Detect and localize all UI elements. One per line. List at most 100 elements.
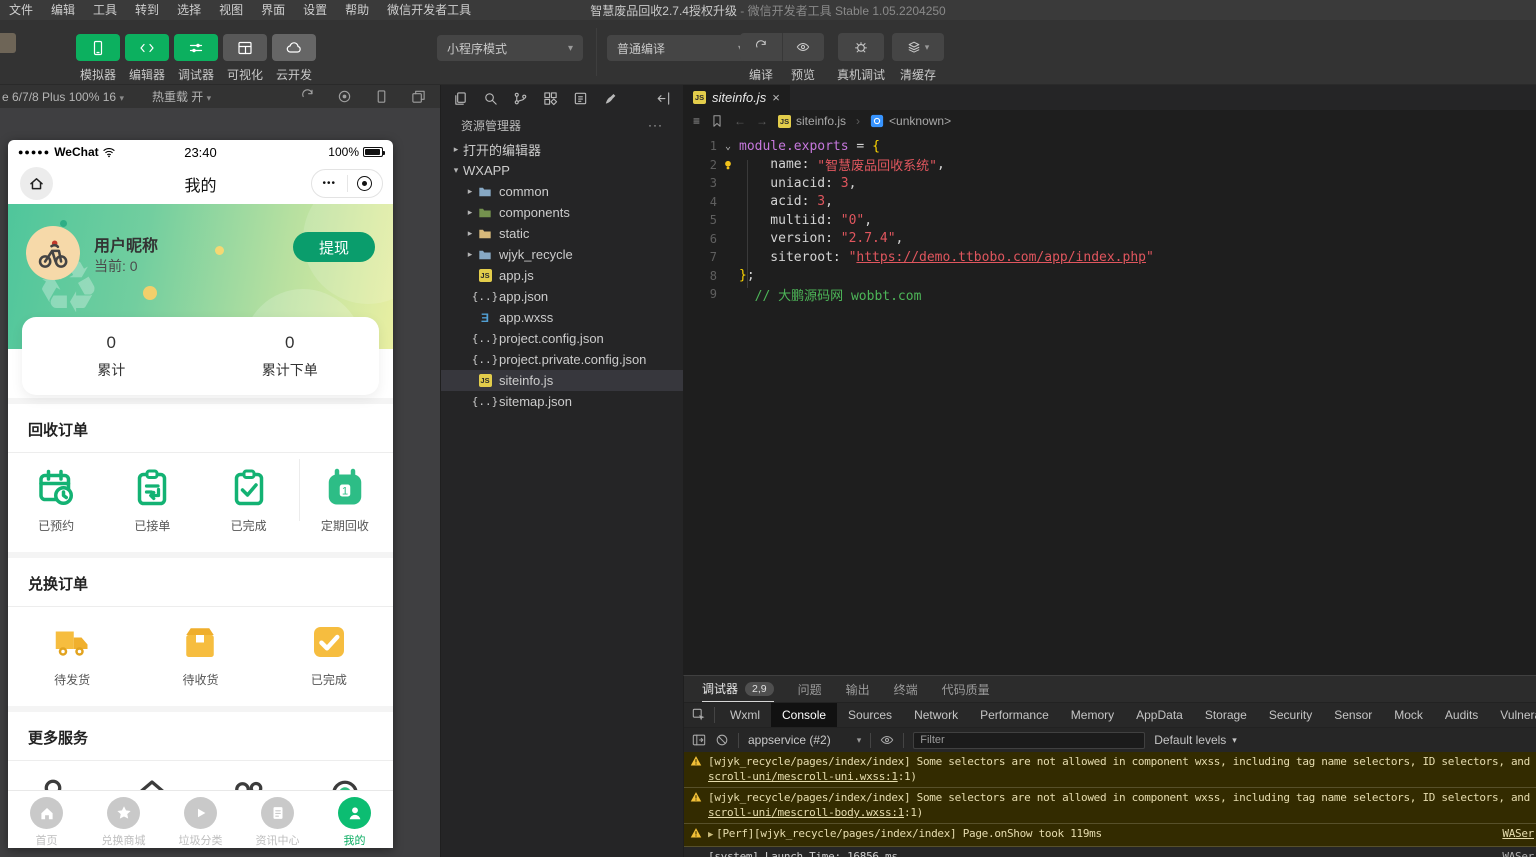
bookmark-icon[interactable] [710, 114, 724, 128]
devtools-tab-Console[interactable]: Console [771, 703, 838, 727]
search-icon[interactable] [483, 91, 498, 106]
filter-input[interactable] [913, 731, 1146, 749]
tree-item-wjyk_recycle[interactable]: ▸ wjyk_recycle [441, 244, 683, 265]
compile-mode-select[interactable]: 普通编译▾ [607, 35, 753, 61]
tree-item-project.config.json[interactable]: {..} project.config.json [441, 328, 683, 349]
source-link[interactable]: WASer [1496, 827, 1534, 840]
expand-icon[interactable]: ▶ [708, 828, 713, 843]
panel-tab-代码质量[interactable]: 代码质量 [942, 676, 990, 702]
breadcrumb-file[interactable]: JS siteinfo.js [778, 114, 846, 128]
back-icon[interactable]: ← [734, 114, 746, 128]
devtools-tab-Sources[interactable]: Sources [837, 703, 903, 727]
tree-item-common[interactable]: ▸ common [441, 181, 683, 202]
tree-item-sitemap.json[interactable]: {..} sitemap.json [441, 391, 683, 412]
menu-item-转到[interactable]: 转到 [126, 3, 168, 17]
preview-label[interactable]: 预览 [782, 66, 824, 83]
withdraw-button[interactable]: 提现 [293, 232, 375, 262]
toolbar-button-编辑器[interactable]: 编辑器 [124, 34, 170, 83]
service-item-已预约[interactable]: 已预约 [8, 468, 104, 534]
collapse-icon[interactable] [656, 91, 671, 106]
tab-兑换商城[interactable]: 兑换商城 [85, 791, 162, 848]
log-levels-select[interactable]: Default levels ▾ [1154, 733, 1237, 747]
windows-icon[interactable] [411, 89, 426, 104]
tab-垃圾分类[interactable]: 垃圾分类 [162, 791, 239, 848]
tree-item-siteinfo.js[interactable]: JS siteinfo.js [441, 370, 683, 391]
tab-资讯中心[interactable]: 资讯中心 [239, 791, 316, 848]
devtools-tab-Memory[interactable]: Memory [1060, 703, 1125, 727]
console-link[interactable]: scroll-uni/mescroll-body.wxss:1 [708, 806, 904, 819]
remote-debug-button[interactable] [838, 33, 884, 61]
service-item-已完成[interactable]: 已完成 [201, 468, 297, 534]
code-link[interactable]: https://demo.ttbobo.com/app/index.php [856, 250, 1146, 265]
menu-item-界面[interactable]: 界面 [252, 3, 294, 17]
device-icon[interactable] [374, 89, 389, 104]
panel-tab-输出[interactable]: 输出 [846, 676, 870, 702]
minimize-button[interactable] [348, 176, 383, 191]
branch-icon[interactable] [513, 91, 528, 106]
lightbulb-icon[interactable] [717, 159, 739, 171]
menu-item-编辑[interactable]: 编辑 [42, 3, 84, 17]
sidebar-toggle-icon[interactable] [692, 733, 706, 747]
hot-reload-toggle[interactable]: 热重载 开 ▾ [152, 88, 211, 105]
package-icon[interactable] [573, 91, 588, 106]
tab-首页[interactable]: 首页 [8, 791, 85, 848]
tree-item-WXAPP[interactable]: ▾ WXAPP [441, 160, 683, 181]
clear-cache-label[interactable]: 清缓存 [892, 66, 944, 83]
stat-orders[interactable]: 0 累计下单 [201, 317, 380, 395]
record-icon[interactable] [337, 89, 352, 104]
console-link[interactable]: scroll-uni/mescroll-uni.wxss:1 [708, 770, 898, 783]
preview-button[interactable] [781, 33, 825, 61]
avatar[interactable] [26, 226, 80, 280]
device-select[interactable]: e 6/7/8 Plus 100% 16 ▾ [0, 90, 124, 104]
files-icon[interactable] [453, 91, 468, 106]
devtools-tab-Mock[interactable]: Mock [1383, 703, 1434, 727]
fold-icon[interactable]: ⌄ [717, 141, 739, 152]
forward-icon[interactable]: → [756, 114, 768, 128]
more-menu-button[interactable]: ••• [312, 178, 347, 189]
devtools-tab-Network[interactable]: Network [903, 703, 969, 727]
more-actions-icon[interactable]: ··· [648, 118, 663, 132]
breadcrumb-symbol[interactable]: <unknown> [870, 114, 951, 128]
tools-icon[interactable] [603, 91, 618, 106]
menu-item-微信开发者工具[interactable]: 微信开发者工具 [378, 3, 480, 17]
context-select[interactable]: appservice (#2) ▾ [748, 733, 861, 747]
tab-我的[interactable]: 我的 [316, 791, 393, 848]
toolbar-button-云开发[interactable]: 云开发 [271, 34, 317, 83]
menu-item-文件[interactable]: 文件 [0, 3, 42, 17]
inspect-element-icon[interactable] [684, 708, 714, 722]
panel-tab-终端[interactable]: 终端 [894, 676, 918, 702]
devtools-tab-Vulnerabi[interactable]: Vulnerabi [1489, 703, 1536, 727]
service-item-待收货[interactable]: 待收货 [136, 622, 264, 688]
eye-icon[interactable] [880, 733, 894, 747]
menu-item-视图[interactable]: 视图 [210, 3, 252, 17]
service-item-定期回收[interactable]: 1 定期回收 [297, 468, 393, 534]
outline-icon[interactable]: ≡ [693, 114, 700, 128]
tree-item-project.private.config.json[interactable]: {..} project.private.config.json [441, 349, 683, 370]
toolbar-button-调试器[interactable]: 调试器 [173, 34, 219, 83]
tree-item-打开的编辑器[interactable]: ▸ 打开的编辑器 [441, 139, 683, 160]
source-link[interactable]: WASer [1496, 850, 1534, 857]
devtools-tab-Storage[interactable]: Storage [1194, 703, 1258, 727]
stat-total[interactable]: 0 累计 [22, 317, 201, 395]
compile-button[interactable] [740, 33, 782, 61]
devtools-tab-Sensor[interactable]: Sensor [1323, 703, 1383, 727]
code-area[interactable]: 1 ⌄ module.exports = {2 name: "智慧废品回收系统", 3… [683, 132, 1536, 304]
service-item-待发货[interactable]: 待发货 [8, 622, 136, 688]
mode-select[interactable]: 小程序模式 ▾ [437, 35, 583, 61]
menu-item-帮助[interactable]: 帮助 [336, 3, 378, 17]
panel-tab-问题[interactable]: 问题 [798, 676, 822, 702]
devtools-tab-Security[interactable]: Security [1258, 703, 1323, 727]
service-item-已完成[interactable]: 已完成 [265, 622, 393, 688]
tree-item-app.js[interactable]: JS app.js [441, 265, 683, 286]
menu-item-选择[interactable]: 选择 [168, 3, 210, 17]
devtools-tab-Performance[interactable]: Performance [969, 703, 1060, 727]
tree-item-app.json[interactable]: {..} app.json [441, 286, 683, 307]
clear-cache-button[interactable]: ▾ [892, 33, 944, 61]
menu-item-工具[interactable]: 工具 [84, 3, 126, 17]
tree-item-app.wxss[interactable]: Ǝapp.wxss [441, 307, 683, 328]
panel-tab-调试器[interactable]: 调试器 2,9 [702, 676, 774, 702]
toolbar-button-可视化[interactable]: 可视化 [222, 34, 268, 83]
devtools-tab-AppData[interactable]: AppData [1125, 703, 1194, 727]
tab-siteinfo-js[interactable]: JS siteinfo.js × [683, 85, 790, 110]
reload-icon[interactable] [300, 89, 315, 104]
